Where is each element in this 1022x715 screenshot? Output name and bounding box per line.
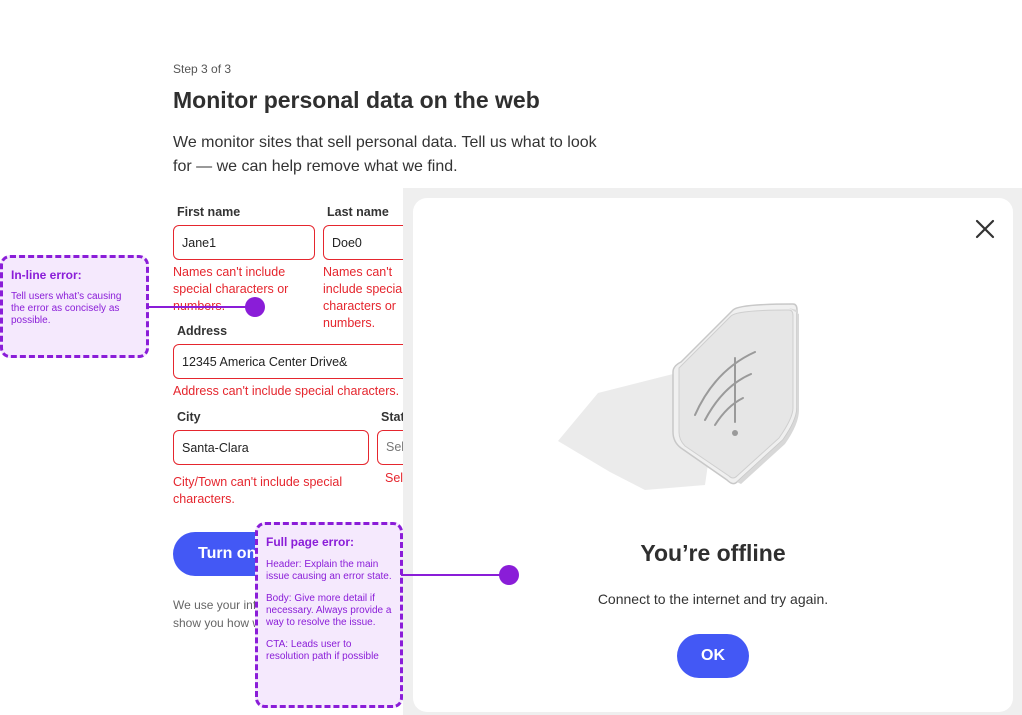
full-page-annotation-title: Full page error: (266, 535, 355, 549)
inline-error-annotation: In-line error: Tell users what’s causing… (0, 255, 149, 358)
full-page-error-annotation: Full page error: Header: Explain the mai… (255, 522, 403, 708)
page-title: Monitor personal data on the web (173, 87, 540, 113)
full-page-annotation-body: Body: Give more detail if necessary. Alw… (266, 593, 392, 628)
dialog-body: Connect to the internet and try again. (597, 591, 829, 607)
inline-annotation-text: Tell users what’s causing the error as c… (11, 291, 122, 326)
city-label: City (177, 410, 201, 424)
offline-illustration (558, 303, 799, 490)
dialog-title: You’re offline (640, 540, 786, 566)
city-error: City/Town can't include special characte… (173, 475, 343, 506)
first-name-field[interactable] (173, 225, 315, 260)
inline-annotation-dot (245, 297, 265, 317)
inline-annotation-title: In-line error: (11, 268, 82, 282)
full-page-annotation-header: Header: Explain the main issue causing a… (266, 559, 392, 582)
page-description: We monitor sites that sell personal data… (173, 134, 597, 175)
first-name-error: Names can't include special characters o… (173, 265, 289, 311)
city-field[interactable] (173, 430, 369, 465)
inline-annotation-connector (147, 306, 255, 308)
full-page-annotation-connector (401, 574, 509, 576)
ok-button[interactable]: OK (677, 634, 749, 678)
full-page-annotation-dot (499, 565, 519, 585)
first-name-label: First name (177, 205, 241, 219)
last-name-label: Last name (327, 205, 389, 219)
step-indicator: Step 3 of 3 (173, 62, 232, 76)
address-label: Address (177, 324, 228, 338)
full-page-annotation-cta: CTA: Leads user to resolution path if po… (266, 639, 379, 662)
close-icon[interactable] (972, 216, 998, 242)
